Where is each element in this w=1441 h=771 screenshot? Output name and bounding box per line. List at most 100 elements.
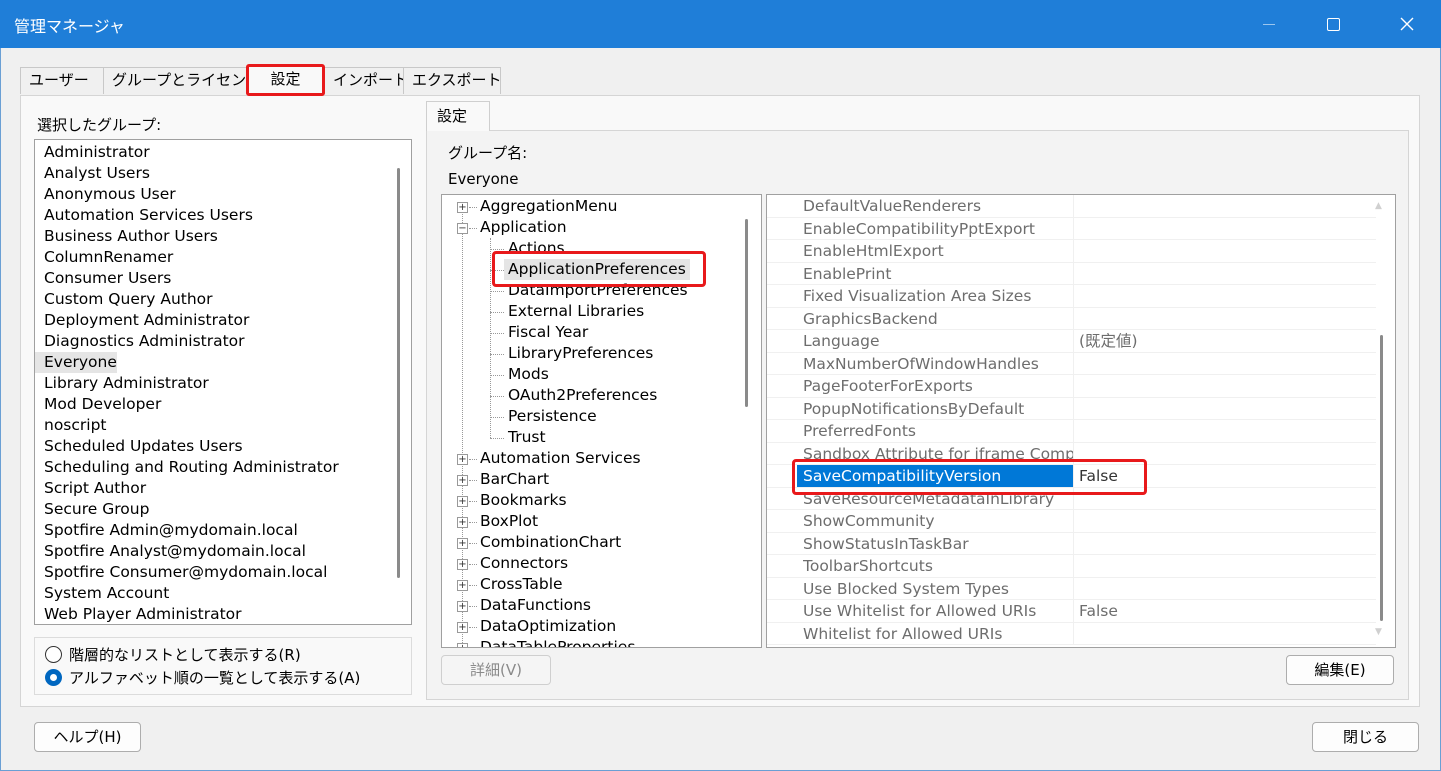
- group-item[interactable]: Consumer Users: [35, 268, 411, 289]
- property-row[interactable]: PageFooterForExports: [767, 375, 1376, 398]
- property-row[interactable]: ShowCommunity: [767, 510, 1376, 533]
- tree-node[interactable]: DataTableProperties: [480, 637, 635, 647]
- tree-node[interactable]: AggregationMenu: [480, 196, 617, 217]
- tree-node-selected[interactable]: ApplicationPreferences: [504, 259, 690, 280]
- group-item[interactable]: Custom Query Author: [35, 289, 411, 310]
- property-row[interactable]: DefaultValueRenderers: [767, 195, 1376, 218]
- expand-icon[interactable]: +: [457, 517, 468, 528]
- tree-node[interactable]: Trust: [508, 427, 546, 448]
- tab-inner-settings[interactable]: 設定: [426, 101, 490, 131]
- tree-node[interactable]: Actions: [508, 238, 565, 259]
- group-item[interactable]: Secure Group: [35, 499, 411, 520]
- group-item[interactable]: Library Administrator: [35, 373, 411, 394]
- group-item[interactable]: Spotfire Consumer@mydomain.local: [35, 562, 411, 583]
- property-row[interactable]: GraphicsBackend: [767, 307, 1376, 330]
- group-item[interactable]: Spotfire Analyst@mydomain.local: [35, 541, 411, 562]
- tree-scrollbar[interactable]: [745, 219, 748, 407]
- property-row[interactable]: Language (既定値): [767, 330, 1376, 353]
- expand-icon[interactable]: +: [457, 202, 468, 213]
- expand-icon[interactable]: +: [457, 538, 468, 549]
- expand-icon[interactable]: +: [457, 622, 468, 633]
- tab-groups-licenses[interactable]: グループとライセンス: [103, 67, 247, 94]
- property-row[interactable]: PreferredFonts: [767, 420, 1376, 443]
- tree-node[interactable]: External Libraries: [508, 301, 644, 322]
- expand-icon[interactable]: +: [457, 559, 468, 570]
- tab-export[interactable]: エクスポート: [403, 67, 502, 94]
- property-row-selected[interactable]: SaveCompatibilityVersion False: [767, 465, 1376, 488]
- property-row[interactable]: Whitelist for Allowed URIs: [767, 622, 1376, 645]
- group-item[interactable]: Mod Developer: [35, 394, 411, 415]
- group-item[interactable]: Deployment Administrator: [35, 310, 411, 331]
- expand-icon[interactable]: +: [457, 643, 468, 647]
- details-button[interactable]: 詳細(V): [441, 655, 551, 685]
- collapse-icon[interactable]: −: [457, 223, 468, 234]
- group-item[interactable]: System Account: [35, 583, 411, 604]
- tree-node[interactable]: DataFunctions: [480, 595, 591, 616]
- group-list[interactable]: Administrator Analyst Users Anonymous Us…: [34, 139, 412, 625]
- group-item-selected[interactable]: Everyone: [35, 352, 117, 373]
- property-row[interactable]: Fixed Visualization Area Sizes: [767, 285, 1376, 308]
- group-item[interactable]: Business Author Users: [35, 226, 411, 247]
- group-item[interactable]: Script Author: [35, 478, 411, 499]
- property-row[interactable]: EnablePrint: [767, 262, 1376, 285]
- tab-import[interactable]: インポート: [324, 67, 408, 94]
- group-item[interactable]: Automation Services Users: [35, 205, 411, 226]
- tree-node-application[interactable]: Application: [480, 217, 567, 238]
- property-row[interactable]: ToolbarShortcuts: [767, 555, 1376, 578]
- tree-node[interactable]: LibraryPreferences: [508, 343, 653, 364]
- tree-node[interactable]: Automation Services: [480, 448, 641, 469]
- expand-icon[interactable]: +: [457, 580, 468, 591]
- property-row[interactable]: PopupNotificationsByDefault: [767, 397, 1376, 420]
- tree-node[interactable]: CrossTable: [480, 574, 563, 595]
- scroll-up-icon[interactable]: ▲: [1375, 201, 1382, 211]
- group-item[interactable]: Anonymous User: [35, 184, 411, 205]
- group-item[interactable]: Analyst Users: [35, 163, 411, 184]
- settings-tree[interactable]: + AggregationMenu − Application Actions …: [441, 194, 762, 648]
- maximize-button[interactable]: [1310, 0, 1356, 48]
- tree-node[interactable]: BoxPlot: [480, 511, 538, 532]
- group-list-scrollbar[interactable]: [397, 168, 400, 578]
- group-item[interactable]: Scheduled Updates Users: [35, 436, 411, 457]
- tab-users[interactable]: ユーザー: [20, 67, 104, 94]
- close-button[interactable]: 閉じる: [1312, 722, 1419, 752]
- group-item[interactable]: Administrator: [35, 142, 411, 163]
- tree-node[interactable]: Mods: [508, 364, 549, 385]
- tree-node[interactable]: OAuth2Preferences: [508, 385, 657, 406]
- group-item[interactable]: noscript: [35, 415, 411, 436]
- scroll-down-icon[interactable]: ▼: [1375, 627, 1382, 637]
- property-row[interactable]: SaveResourceMetadataInLibrary: [767, 487, 1376, 510]
- property-grid-scrollbar[interactable]: [1380, 335, 1383, 621]
- tree-node[interactable]: CombinationChart: [480, 532, 621, 553]
- tab-settings[interactable]: 設定: [246, 64, 325, 96]
- group-item[interactable]: Scheduling and Routing Administrator: [35, 457, 411, 478]
- group-item[interactable]: Diagnostics Administrator: [35, 331, 411, 352]
- property-row[interactable]: Use Blocked System Types: [767, 577, 1376, 600]
- radio-hierarchical[interactable]: 階層的なリストとして表示する(R): [45, 644, 301, 665]
- property-row[interactable]: MaxNumberOfWindowHandles: [767, 352, 1376, 375]
- expand-icon[interactable]: +: [457, 496, 468, 507]
- tree-node[interactable]: DataImportPreferences: [508, 280, 688, 301]
- property-row[interactable]: Use Whitelist for Allowed URIs False: [767, 600, 1376, 623]
- property-row[interactable]: ShowStatusInTaskBar: [767, 532, 1376, 555]
- tree-node[interactable]: Fiscal Year: [508, 322, 588, 343]
- edit-button[interactable]: 編集(E): [1286, 655, 1394, 685]
- tree-node[interactable]: Connectors: [480, 553, 568, 574]
- group-item[interactable]: Spotfire Admin@mydomain.local: [35, 520, 411, 541]
- group-item[interactable]: Web Player Administrator: [35, 604, 411, 624]
- tree-node[interactable]: BarChart: [480, 469, 549, 490]
- radio-alphabetical[interactable]: アルファベット順の一覧として表示する(A): [45, 667, 360, 688]
- help-button[interactable]: ヘルプ(H): [34, 722, 141, 752]
- group-item[interactable]: ColumnRenamer: [35, 247, 411, 268]
- property-row[interactable]: EnableHtmlExport: [767, 240, 1376, 263]
- expand-icon[interactable]: +: [457, 601, 468, 612]
- tree-node[interactable]: Persistence: [508, 406, 597, 427]
- minimize-button[interactable]: [1246, 0, 1292, 48]
- tree-node[interactable]: DataOptimization: [480, 616, 616, 637]
- expand-icon[interactable]: +: [457, 475, 468, 486]
- tree-node[interactable]: Bookmarks: [480, 490, 567, 511]
- property-row[interactable]: EnableCompatibilityPptExport: [767, 217, 1376, 240]
- expand-icon[interactable]: +: [457, 454, 468, 465]
- property-grid[interactable]: DefaultValueRenderers EnableCompatibilit…: [766, 194, 1396, 648]
- property-row[interactable]: Sandbox Attribute for iframe Comp: [767, 442, 1376, 465]
- close-window-button[interactable]: [1384, 0, 1430, 48]
